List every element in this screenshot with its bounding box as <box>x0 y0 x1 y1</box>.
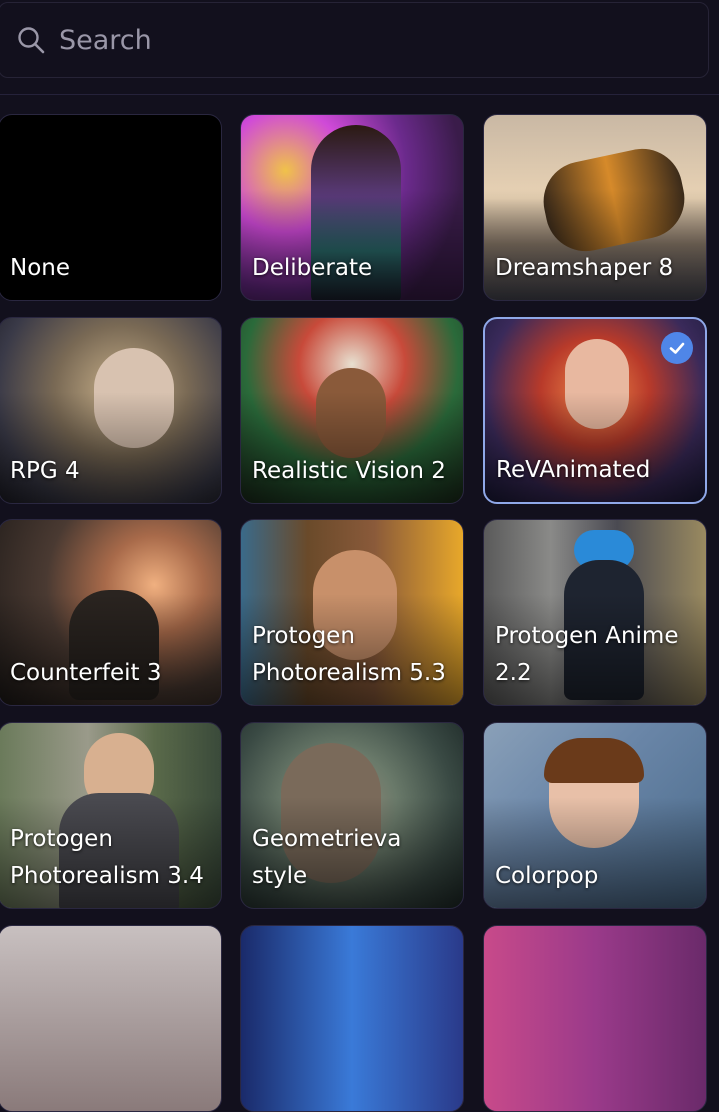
model-card-realistic-vision-2[interactable]: Realistic Vision 2 <box>240 317 464 504</box>
model-card-colorpop[interactable]: Colorpop <box>483 722 707 909</box>
model-card-label: ReVAnimated <box>496 457 651 483</box>
model-card-revanimated[interactable]: ReVAnimated <box>483 317 707 504</box>
model-card-label: Protogen Photorealism 5.3 <box>252 623 446 686</box>
model-card-label: RPG 4 <box>10 458 80 484</box>
model-card-label: Colorpop <box>495 863 599 889</box>
model-card-label: Deliberate <box>252 255 373 281</box>
search-input[interactable] <box>57 23 661 57</box>
divider <box>0 94 719 95</box>
model-card-deliberate[interactable]: Deliberate <box>240 114 464 301</box>
model-card-counterfeit-3[interactable]: Counterfeit 3 <box>0 519 222 706</box>
search-icon <box>17 26 45 54</box>
model-card-partial[interactable] <box>0 925 222 1112</box>
model-card-label: Protogen Anime 2.2 <box>495 623 679 686</box>
model-card-protogen-photorealism-3-4[interactable]: Protogen Photorealism 3.4 <box>0 722 222 909</box>
model-card-partial[interactable] <box>240 925 464 1112</box>
model-card-label: Dreamshaper 8 <box>495 255 674 281</box>
model-card-geometrieva-style[interactable]: Geometrieva style <box>240 722 464 909</box>
selected-check-icon <box>661 332 693 364</box>
model-card-protogen-anime-2-2[interactable]: Protogen Anime 2.2 <box>483 519 707 706</box>
model-card-protogen-photorealism-5-3[interactable]: Protogen Photorealism 5.3 <box>240 519 464 706</box>
model-card-label: Counterfeit 3 <box>10 660 162 686</box>
search-bar[interactable] <box>0 2 709 78</box>
model-card-label: Protogen Photorealism 3.4 <box>10 826 204 889</box>
model-card-rpg-4[interactable]: RPG 4 <box>0 317 222 504</box>
model-card-label: Geometrieva style <box>252 826 402 889</box>
model-card-partial[interactable] <box>483 925 707 1112</box>
model-card-label: Realistic Vision 2 <box>252 458 446 484</box>
model-card-none[interactable]: None <box>0 114 222 301</box>
model-card-label: None <box>10 255 71 281</box>
model-card-dreamshaper-8[interactable]: Dreamshaper 8 <box>483 114 707 301</box>
